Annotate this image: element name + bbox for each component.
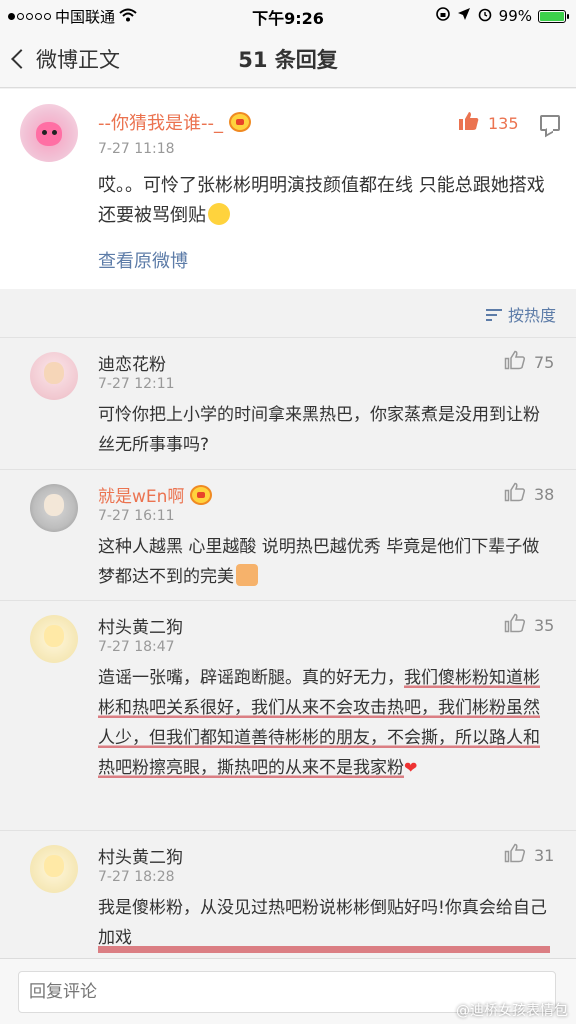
list-item: 就是wEn啊 7-27 16:11 38 这种人越黑 心里越酸 说明热巴越优秀 …	[0, 469, 576, 600]
like-count: 31	[534, 845, 555, 865]
comment-author: 迪恋花粉	[98, 350, 166, 375]
battery-icon	[538, 9, 569, 23]
like-count: 38	[534, 484, 555, 504]
original-like-count: 135	[488, 113, 519, 133]
original-comment: --你猜我是谁--_ 7-27 11:18 135 哎。。可怜了张彬彬明明演技颜…	[0, 89, 576, 289]
thumbs-up-icon	[458, 111, 480, 135]
avatar[interactable]	[20, 104, 78, 162]
battery-percent: 99%	[498, 7, 532, 25]
status-right: 99%	[435, 6, 569, 26]
comment-time: 7-27 16:11	[98, 508, 175, 524]
rotation-lock-icon	[435, 6, 451, 26]
heart-icon: ❤	[404, 758, 418, 777]
comment-time: 7-27 18:28	[98, 869, 175, 885]
avatar[interactable]	[30, 352, 78, 400]
like-button[interactable]: 31	[504, 843, 554, 867]
like-count: 75	[534, 352, 555, 372]
reply-bar: @迪桥女孩表情包	[0, 958, 576, 1024]
comment-author: 就是wEn啊	[98, 482, 213, 507]
like-button[interactable]: 38	[504, 482, 554, 506]
page-title: 51 条回复	[238, 48, 338, 72]
comment-text-body: 这种人越黑 心里越酸 说明热巴越优秀 毕竟是他们下辈子做梦都达不到的完美	[98, 537, 540, 587]
comment-time: 7-27 12:11	[98, 376, 175, 392]
watermark: @迪桥女孩表情包	[456, 1003, 568, 1019]
sort-by-hot-button[interactable]: 按热度	[485, 302, 556, 326]
vip-crown-icon	[190, 484, 213, 505]
comment-author: 村头黄二狗	[98, 613, 183, 638]
like-button[interactable]: 75	[504, 350, 554, 374]
sort-icon	[485, 307, 502, 321]
comment-author-name[interactable]: 村头黄二狗	[98, 843, 183, 868]
list-item: 迪恋花粉 7-27 12:11 75 可怜你把上小学的时间拿来黑热巴，你家蒸煮是…	[0, 337, 576, 469]
original-text: 哎。。可怜了张彬彬明明演技颜值都在线 只能总跟她搭戏 还要被骂倒贴	[98, 171, 550, 231]
avatar[interactable]	[30, 615, 78, 663]
nav-bar: 微博正文 51 条回复	[0, 30, 576, 88]
list-item: 村头黄二狗 7-27 18:47 35 造谣一张嘴，辟谣跑断腿。真的好无力，我们…	[0, 600, 576, 830]
comment-text-part-a: 造谣一张嘴，辟谣跑断腿。真的好无力，	[98, 668, 404, 688]
sort-label: 按热度	[507, 306, 556, 325]
cat-emoji-icon	[236, 564, 258, 586]
like-count: 35	[534, 615, 555, 635]
thumbs-up-icon	[504, 350, 526, 374]
comment-text: 可怜你把上小学的时间拿来黑热巴，你家蒸煮是没用到让粉丝无所事事吗?	[98, 405, 540, 455]
comment-text: 造谣一张嘴，辟谣跑断腿。真的好无力，我们傻彬粉知道彬彬和热吧关系很好，我们从来不…	[98, 663, 550, 783]
list-item: 村头黄二狗 7-27 18:28 31 我是傻彬粉，从没见过热吧粉说彬彬倒贴好吗…	[0, 830, 576, 958]
thumbs-up-icon	[504, 843, 526, 867]
location-icon	[457, 7, 471, 25]
original-author: --你猜我是谁--_	[98, 109, 251, 135]
vip-crown-icon	[228, 112, 251, 132]
original-like-button[interactable]: 135	[458, 111, 519, 135]
avatar[interactable]	[30, 484, 78, 532]
like-button[interactable]: 35	[504, 613, 554, 637]
comment-author-name[interactable]: 就是wEn啊	[98, 482, 184, 507]
thumbs-up-icon	[504, 482, 526, 506]
comment-icon[interactable]	[540, 115, 560, 131]
comment-author: 村头黄二狗	[98, 843, 183, 868]
comment-author-name[interactable]: 迪恋花粉	[98, 350, 166, 375]
shrug-emoji-icon	[208, 203, 230, 225]
alarm-icon	[477, 6, 493, 26]
original-author-name[interactable]: --你猜我是谁--_	[98, 109, 223, 135]
original-text-body: 哎。。可怜了张彬彬明明演技颜值都在线 只能总跟她搭戏 还要被骂倒贴	[98, 175, 545, 226]
view-original-link[interactable]: 查看原微博	[98, 247, 188, 273]
comment-text: 这种人越黑 心里越酸 说明热巴越优秀 毕竟是他们下辈子做梦都达不到的完美	[98, 532, 550, 592]
thumbs-up-icon	[504, 613, 526, 637]
status-bar: 中国联通 下午9:26 99%	[0, 0, 576, 30]
comment-text: 我是傻彬粉，从没见过热吧粉说彬彬倒贴好吗!你真会给自己加戏	[98, 893, 550, 953]
sort-bar: 按热度	[0, 289, 576, 337]
comment-time: 7-27 18:47	[98, 639, 175, 655]
original-time: 7-27 11:18	[98, 141, 175, 157]
avatar[interactable]	[30, 845, 78, 893]
comment-author-name[interactable]: 村头黄二狗	[98, 613, 183, 638]
